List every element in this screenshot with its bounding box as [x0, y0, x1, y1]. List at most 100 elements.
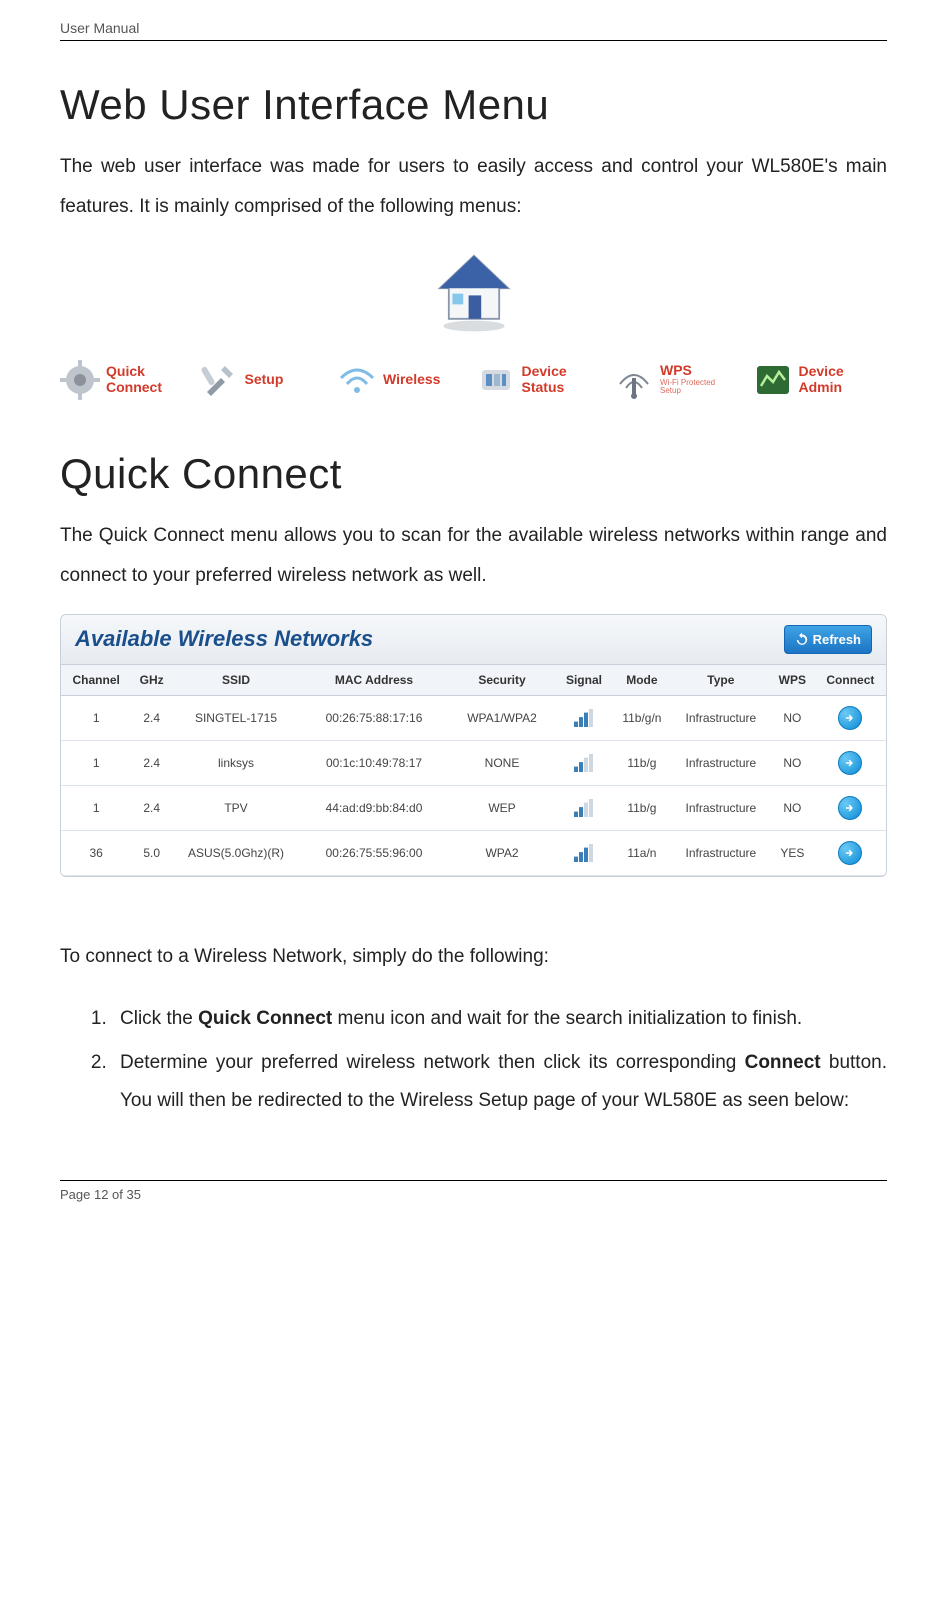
available-networks-panel: Available Wireless Networks Refresh Chan…: [60, 614, 887, 877]
steps-list: Click the Quick Connect menu icon and wa…: [60, 1000, 887, 1120]
cell-mode: 11b/g: [612, 740, 672, 785]
signal-icon: [574, 755, 594, 769]
cell-signal: [556, 830, 612, 875]
connect-button[interactable]: [838, 841, 862, 865]
cell-ssid: linksys: [172, 740, 300, 785]
cell-wps: NO: [770, 695, 815, 740]
table-row: 1 2.4 SINGTEL-1715 00:26:75:88:17:16 WPA…: [61, 695, 886, 740]
cell-type: Infrastructure: [672, 695, 770, 740]
cell-mac: 44:ad:d9:bb:84:d0: [300, 785, 448, 830]
section-intro-quick-connect: The Quick Connect menu allows you to sca…: [60, 516, 887, 596]
table-row: 36 5.0 ASUS(5.0Ghz)(R) 00:26:75:55:96:00…: [61, 830, 886, 875]
menu-label-sub: Wi-Fi Protected Setup: [660, 379, 715, 397]
refresh-icon: [795, 632, 809, 646]
cell-mac: 00:26:75:55:96:00: [300, 830, 448, 875]
menu-wireless[interactable]: Wireless: [337, 360, 472, 400]
cell-wps: NO: [770, 740, 815, 785]
signal-icon: [574, 845, 594, 859]
signal-icon: [574, 800, 594, 814]
cell-channel: 1: [61, 785, 131, 830]
step-text: Determine your preferred wireless networ…: [120, 1052, 745, 1073]
header-label: User Manual: [60, 20, 887, 36]
menu-label-main: WPS: [660, 362, 692, 378]
connect-button[interactable]: [838, 796, 862, 820]
cell-security: NONE: [448, 740, 556, 785]
cell-ghz: 2.4: [131, 740, 172, 785]
cell-security: WPA1/WPA2: [448, 695, 556, 740]
cell-channel: 1: [61, 695, 131, 740]
cell-type: Infrastructure: [672, 785, 770, 830]
cell-signal: [556, 695, 612, 740]
cell-mode: 11a/n: [612, 830, 672, 875]
cell-wps: YES: [770, 830, 815, 875]
cell-security: WPA2: [448, 830, 556, 875]
panel-title: Available Wireless Networks: [75, 626, 373, 652]
cell-ssid: SINGTEL-1715: [172, 695, 300, 740]
col-ghz: GHz: [131, 664, 172, 695]
cell-mode: 11b/g/n: [612, 695, 672, 740]
menu-label: Wireless: [383, 372, 440, 387]
col-security: Security: [448, 664, 556, 695]
cell-ghz: 5.0: [131, 830, 172, 875]
menu-bar: Quick Connect Setup Wireless Device Stat…: [60, 360, 887, 400]
refresh-label: Refresh: [813, 632, 861, 647]
home-icon: [429, 322, 519, 339]
menu-device-status[interactable]: Device Status: [476, 360, 611, 400]
header-rule: [60, 40, 887, 41]
menu-label: Device Status: [522, 364, 567, 395]
step-text: menu icon and wait for the search initia…: [332, 1008, 802, 1029]
cell-channel: 1: [61, 740, 131, 785]
col-mode: Mode: [612, 664, 672, 695]
cell-mode: 11b/g: [612, 785, 672, 830]
table-row: 1 2.4 TPV 44:ad:d9:bb:84:d0 WEP 11b/g In…: [61, 785, 886, 830]
cell-type: Infrastructure: [672, 830, 770, 875]
footer-rule: [60, 1180, 887, 1181]
networks-table: Channel GHz SSID MAC Address Security Si…: [61, 664, 886, 876]
gear-icon: [60, 360, 100, 400]
signal-icon: [574, 710, 594, 724]
cell-wps: NO: [770, 785, 815, 830]
page-number: Page 12 of 35: [60, 1187, 887, 1202]
cell-security: WEP: [448, 785, 556, 830]
section-title-quick-connect: Quick Connect: [60, 450, 887, 498]
connect-button[interactable]: [838, 751, 862, 775]
tools-icon: [199, 360, 239, 400]
section-title-web-menu: Web User Interface Menu: [60, 81, 887, 129]
cell-ssid: ASUS(5.0Ghz)(R): [172, 830, 300, 875]
section-intro-web-menu: The web user interface was made for user…: [60, 147, 887, 227]
table-row: 1 2.4 linksys 00:1c:10:49:78:17 NONE 11b…: [61, 740, 886, 785]
menu-label: Device Admin: [799, 364, 844, 395]
menu-setup[interactable]: Setup: [199, 360, 334, 400]
menu-device-admin[interactable]: Device Admin: [753, 360, 888, 400]
step-1: Click the Quick Connect menu icon and wa…: [112, 1000, 887, 1038]
cell-connect: [815, 740, 886, 785]
col-type: Type: [672, 664, 770, 695]
cell-connect: [815, 785, 886, 830]
cell-type: Infrastructure: [672, 740, 770, 785]
cell-signal: [556, 785, 612, 830]
cell-channel: 36: [61, 830, 131, 875]
step-bold: Connect: [745, 1052, 821, 1073]
col-channel: Channel: [61, 664, 131, 695]
step-2: Determine your preferred wireless networ…: [112, 1044, 887, 1120]
menu-quick-connect[interactable]: Quick Connect: [60, 360, 195, 400]
wps-icon: [614, 360, 654, 400]
cell-mac: 00:26:75:88:17:16: [300, 695, 448, 740]
menu-label: Quick Connect: [106, 364, 162, 395]
wifi-icon: [337, 360, 377, 400]
cell-signal: [556, 740, 612, 785]
cell-mac: 00:1c:10:49:78:17: [300, 740, 448, 785]
status-icon: [476, 360, 516, 400]
col-ssid: SSID: [172, 664, 300, 695]
cell-connect: [815, 695, 886, 740]
menu-label: Setup: [245, 372, 284, 387]
menu-wps[interactable]: WPSWi-Fi Protected Setup: [614, 360, 749, 400]
col-wps: WPS: [770, 664, 815, 695]
menu-label: WPSWi-Fi Protected Setup: [660, 363, 715, 396]
connect-button[interactable]: [838, 706, 862, 730]
refresh-button[interactable]: Refresh: [784, 625, 872, 654]
table-header-row: Channel GHz SSID MAC Address Security Si…: [61, 664, 886, 695]
col-mac: MAC Address: [300, 664, 448, 695]
step-text: Click the: [120, 1008, 198, 1029]
col-signal: Signal: [556, 664, 612, 695]
